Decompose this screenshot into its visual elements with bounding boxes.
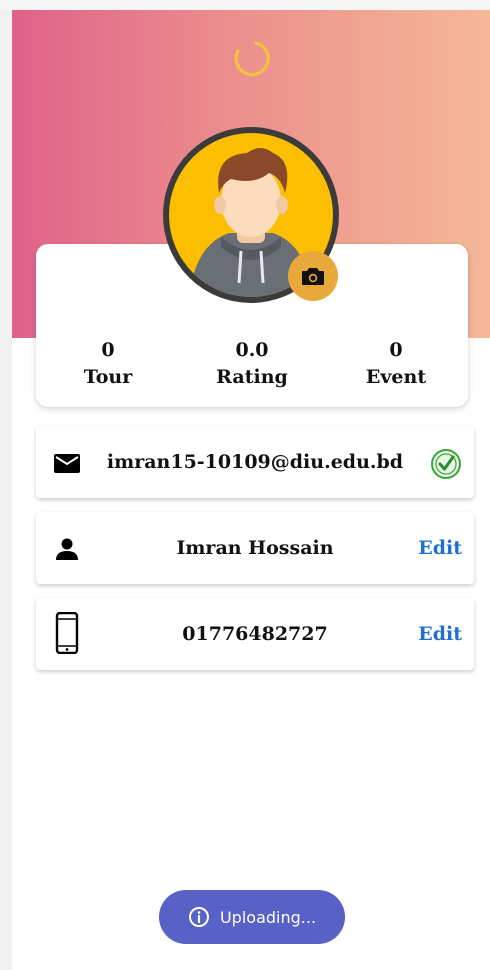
smartphone-icon	[55, 612, 79, 654]
stat-rating-value: 0.0	[235, 339, 269, 361]
name-value: Imran Hossain	[176, 537, 334, 559]
stat-event: 0 Event	[336, 339, 456, 389]
stat-tour-label: Tour	[83, 366, 133, 388]
info-icon	[188, 907, 209, 927]
change-photo-button[interactable]	[288, 251, 338, 301]
stat-event-value: 0	[389, 339, 403, 361]
name-card: Imran Hossain Edit	[36, 512, 474, 584]
phone-card: 01776482727 Edit	[36, 598, 474, 670]
check-circle-icon	[431, 449, 461, 479]
email-card: imran15-10109@diu.edu.bd	[36, 426, 474, 498]
toast-text: Uploading...	[219, 907, 317, 927]
stat-event-label: Event	[365, 366, 427, 388]
window-frame-left	[0, 0, 12, 970]
edit-phone-button[interactable]: Edit	[418, 598, 462, 670]
edit-name-button[interactable]: Edit	[418, 512, 462, 584]
stat-rating: 0.0 Rating	[192, 339, 312, 389]
email-value: imran15-10109@diu.edu.bd	[106, 451, 404, 473]
camera-icon	[302, 268, 324, 285]
window-frame-top	[0, 0, 490, 10]
loading-spinner-icon	[234, 41, 270, 77]
stat-tour-value: 0	[101, 339, 115, 361]
stat-tour: 0 Tour	[48, 339, 168, 389]
stat-rating-label: Rating	[216, 366, 288, 388]
person-icon	[56, 538, 78, 560]
mail-icon	[54, 454, 80, 473]
uploading-toast: Uploading...	[159, 890, 345, 944]
phone-value: 01776482727	[182, 623, 328, 645]
